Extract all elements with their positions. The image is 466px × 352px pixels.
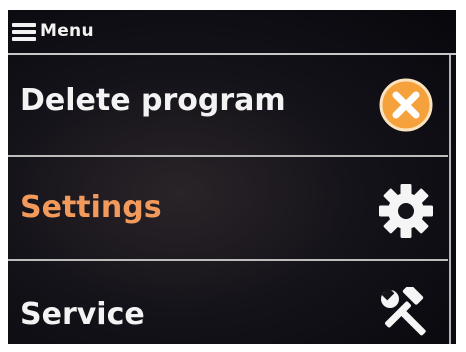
menu-header: Menu xyxy=(8,10,456,55)
menu-item-label: Service xyxy=(20,297,145,332)
menu-title: Menu xyxy=(40,21,94,41)
gear-icon xyxy=(379,184,433,238)
menu-item-delete-program[interactable]: Delete program xyxy=(8,55,448,157)
device-screen: Menu Delete program Settings Service xyxy=(8,10,456,344)
menu-list: Delete program Settings Service xyxy=(8,55,448,344)
delete-icon xyxy=(379,78,433,132)
hamburger-menu-icon[interactable] xyxy=(12,23,36,41)
menu-item-settings[interactable]: Settings xyxy=(8,157,448,261)
menu-item-label: Settings xyxy=(20,190,162,225)
tools-icon xyxy=(381,287,426,336)
menu-item-label: Delete program xyxy=(20,83,286,118)
scrollbar[interactable] xyxy=(449,55,456,344)
menu-item-service[interactable]: Service xyxy=(8,261,448,344)
